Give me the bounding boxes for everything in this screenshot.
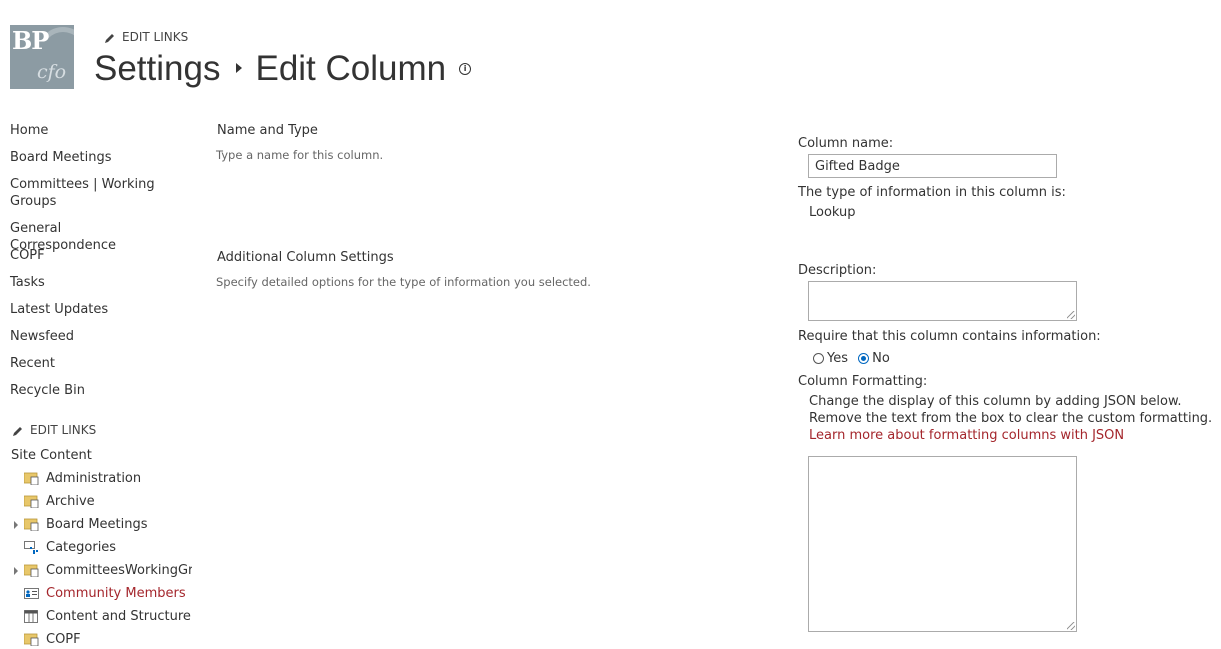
nav-item-recycle-bin[interactable]: Recycle Bin xyxy=(10,382,160,399)
require-yes-radio[interactable] xyxy=(813,353,824,364)
nav-item-committees[interactable]: Committees | Working Groups xyxy=(10,176,160,210)
formatting-json-textarea[interactable] xyxy=(808,456,1077,632)
formatting-line-2: Remove the text from the box to clear th… xyxy=(809,411,1213,426)
contacts-icon xyxy=(24,587,39,600)
tree-item[interactable]: Administration xyxy=(14,470,192,488)
formatting-line-1: Change the display of this column by add… xyxy=(809,394,1182,409)
breadcrumb-current: Edit Column xyxy=(255,49,447,88)
nav-item-newsfeed[interactable]: Newsfeed xyxy=(10,328,160,345)
resize-grip-icon[interactable] xyxy=(1067,311,1075,319)
library-icon xyxy=(23,495,39,509)
expand-arrow-icon[interactable] xyxy=(14,520,18,529)
tree-item[interactable]: Archive xyxy=(14,493,192,511)
type-value: Lookup xyxy=(809,205,856,220)
require-no-label[interactable]: No xyxy=(872,351,890,366)
library-icon xyxy=(23,518,39,532)
tree-item-label: Community Members xyxy=(46,586,186,601)
site-logo[interactable]: BP cfo xyxy=(10,25,74,89)
section-desc-additional: Specify detailed options for the type of… xyxy=(216,275,591,289)
section-title-name-type: Name and Type xyxy=(217,123,318,138)
column-name-label: Column name: xyxy=(798,136,894,151)
tree-item-label: Board Meetings xyxy=(46,517,148,532)
require-yes-label[interactable]: Yes xyxy=(827,351,848,366)
library-icon xyxy=(23,564,39,578)
column-name-input[interactable] xyxy=(808,154,1057,178)
require-no-radio[interactable] xyxy=(858,353,870,364)
table-icon xyxy=(24,610,39,623)
description-label: Description: xyxy=(798,263,877,278)
nav-item-home[interactable]: Home xyxy=(10,122,160,139)
tree-item[interactable]: CommitteesWorkingGroups xyxy=(14,562,192,580)
logo-subtext: cfo xyxy=(37,61,67,83)
type-label: The type of information in this column i… xyxy=(798,185,1066,200)
tree-item-label: Archive xyxy=(46,494,95,509)
tree-item-label: Administration xyxy=(46,471,142,486)
tree-item[interactable]: Community Members xyxy=(14,585,192,603)
formatting-json-link[interactable]: Learn more about formatting columns with… xyxy=(809,428,1124,443)
require-label: Require that this column contains inform… xyxy=(798,329,1101,344)
logo-text: BP xyxy=(12,26,49,55)
nav-item-board-meetings[interactable]: Board Meetings xyxy=(10,149,160,166)
site-content-link[interactable]: Site Content xyxy=(11,448,92,463)
list-icon xyxy=(24,541,39,554)
breadcrumb-separator-icon xyxy=(236,63,243,74)
require-radio-group: Yes No xyxy=(813,351,890,366)
library-icon xyxy=(23,472,39,486)
resize-grip-icon[interactable] xyxy=(1067,622,1075,630)
top-edit-links[interactable]: EDIT LINKS xyxy=(104,30,188,44)
tree-item[interactable]: COPF xyxy=(14,631,192,649)
library-icon xyxy=(23,633,39,647)
breadcrumb-settings[interactable]: Settings xyxy=(94,49,220,88)
tree-item-label: CommitteesWorkingGroups xyxy=(46,563,192,578)
tree-item[interactable]: Categories xyxy=(14,539,192,557)
tree-item-label: Categories xyxy=(46,540,117,555)
section-title-additional: Additional Column Settings xyxy=(217,250,394,265)
formatting-label: Column Formatting: xyxy=(798,374,928,389)
info-icon[interactable]: i xyxy=(459,62,472,75)
left-edit-links[interactable]: EDIT LINKS xyxy=(12,423,96,437)
nav-item-tasks[interactable]: Tasks xyxy=(10,274,160,291)
section-desc-name-type: Type a name for this column. xyxy=(216,148,384,162)
page-title: Settings Edit Column i xyxy=(94,49,472,89)
pencil-icon xyxy=(13,426,22,436)
left-edit-links-label: EDIT LINKS xyxy=(30,423,97,437)
tree-item-label: COPF xyxy=(46,632,81,647)
expand-arrow-icon[interactable] xyxy=(14,566,18,575)
tree-item[interactable]: Content and Structure Reports xyxy=(14,608,192,626)
nav-item-latest-updates[interactable]: Latest Updates xyxy=(10,301,160,318)
top-edit-links-label: EDIT LINKS xyxy=(122,30,189,44)
nav-item-recent[interactable]: Recent xyxy=(10,355,160,372)
tree-item-label: Content and Structure Reports xyxy=(46,609,192,624)
description-textarea[interactable] xyxy=(808,281,1077,321)
tree-item[interactable]: Board Meetings xyxy=(14,516,192,534)
nav-item-copf[interactable]: COPF xyxy=(10,247,160,264)
pencil-icon xyxy=(105,33,114,43)
